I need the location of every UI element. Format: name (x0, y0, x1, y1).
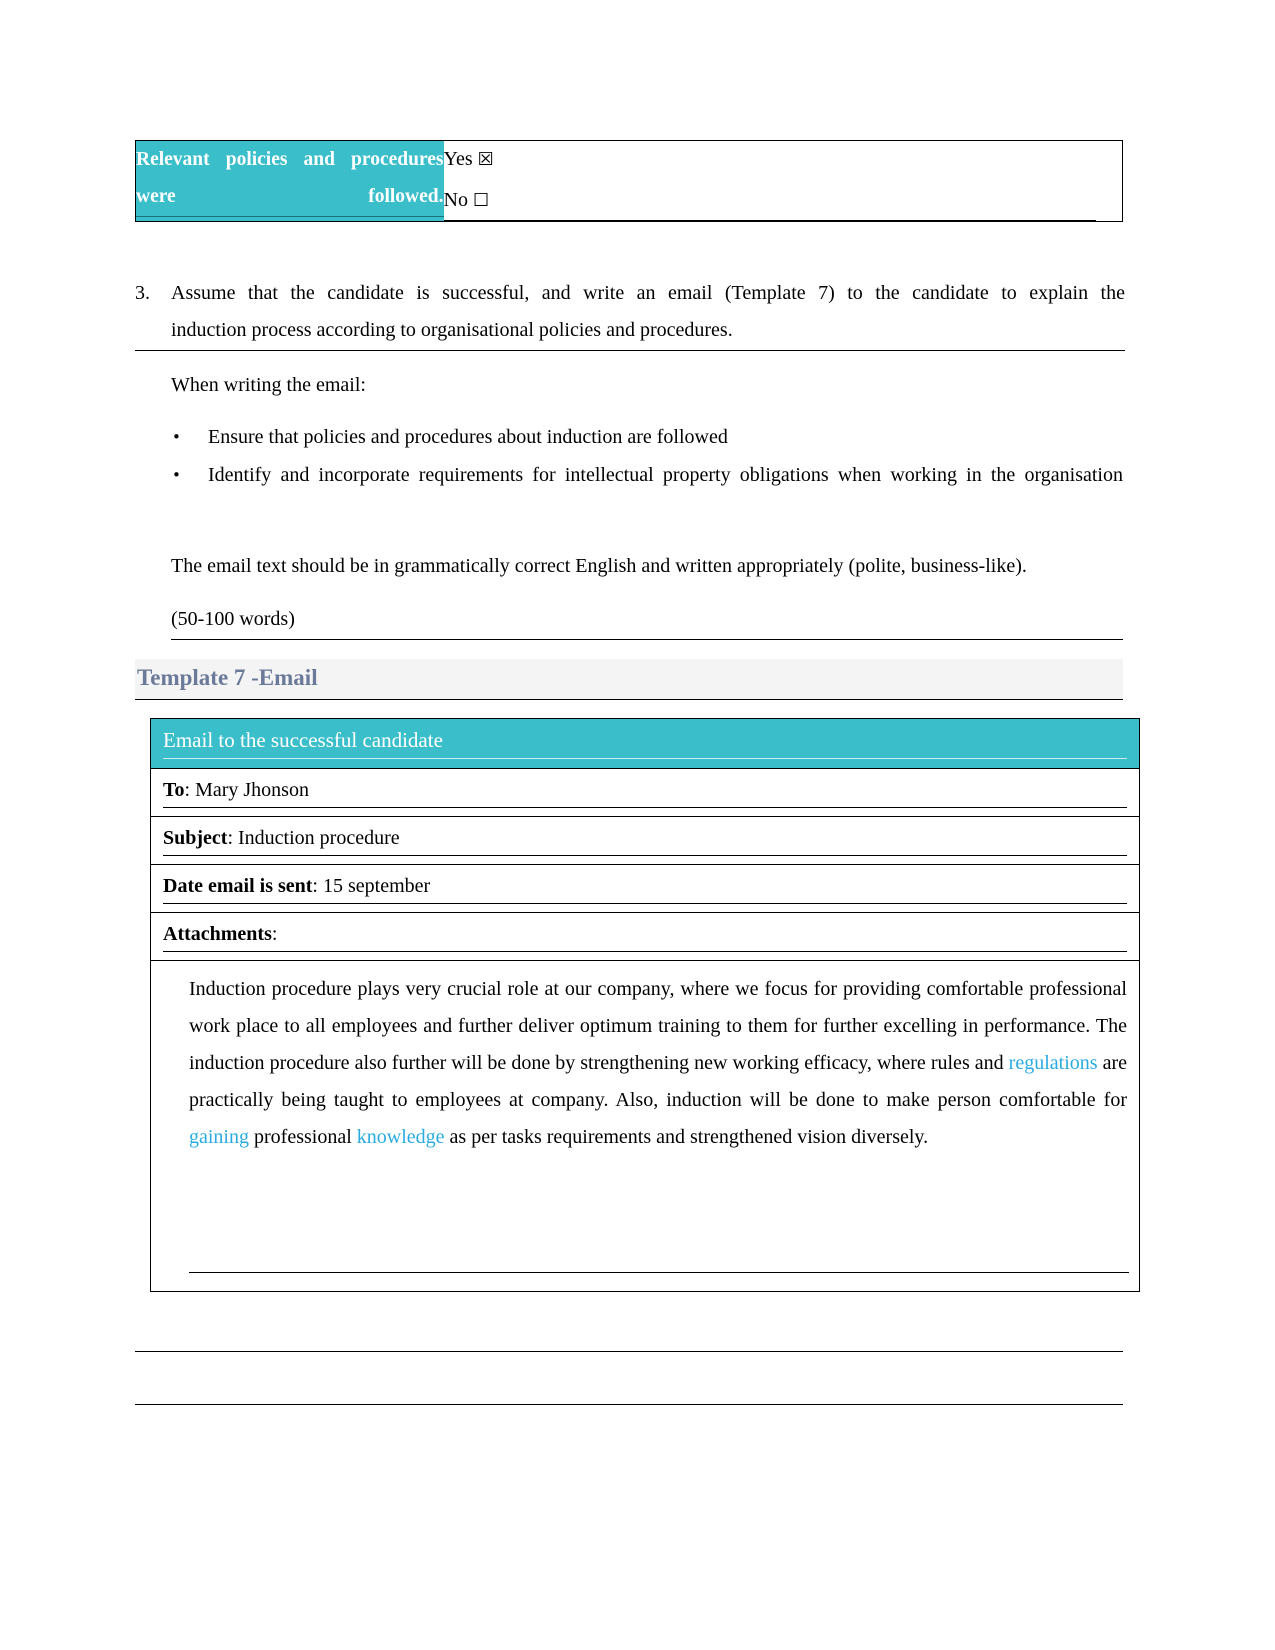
email-body-text: Induction procedure plays very crucial r… (189, 971, 1127, 1156)
checkbox-checked-icon[interactable]: ☒ (478, 149, 494, 170)
email-field-attachments-label: Attachments (163, 923, 272, 945)
bullet-icon: • (172, 466, 181, 484)
checkbox-option-yes[interactable]: Yes ☒ (444, 141, 1123, 180)
email-body-highlight: knowledge (356, 1126, 445, 1148)
email-body-segment: professional (249, 1126, 357, 1148)
checklist-options-cell: Yes ☒ No ☐ (443, 141, 1123, 222)
question-number: 3. (135, 282, 150, 304)
email-body-underline (189, 1272, 1129, 1273)
email-field-attachments-separator: : (271, 923, 278, 945)
bullet-text: Identify and incorporate requirements fo… (208, 464, 1123, 486)
template-heading-title: Template 7 -Email (137, 665, 318, 690)
email-field-to[interactable]: To: Mary Jhonson (151, 769, 1139, 817)
instructions-bullet-list: • Ensure that policies and procedures ab… (168, 419, 1123, 495)
instructions-closing: The email text should be in grammaticall… (171, 555, 1027, 577)
email-template-table: Email to the successful candidate To: Ma… (150, 718, 1140, 1292)
question-line-1: Assume that the candidate is successful,… (171, 282, 1125, 304)
question-text: Assume that the candidate is successful,… (135, 275, 1125, 351)
document-page: Relevant policies and procedures were fo… (0, 0, 1275, 1650)
instructions-intro: When writing the email: (171, 374, 366, 396)
email-body-highlight: regulations (1008, 1052, 1098, 1074)
email-table-header-label: Email to the successful candidate (163, 725, 1127, 759)
email-field-date-inner: Date email is sent: 15 september (163, 871, 1127, 904)
checklist-label: Relevant policies and procedures were fo… (136, 141, 444, 217)
email-field-subject-inner: Subject: Induction procedure (163, 823, 1127, 856)
list-item: • Identify and incorporate requirements … (168, 457, 1123, 494)
checkbox-yes-label: Yes (443, 148, 473, 170)
email-field-date-separator: : (312, 875, 323, 897)
email-table-header: Email to the successful candidate (151, 719, 1139, 769)
email-body-cell[interactable]: Induction procedure plays very crucial r… (151, 961, 1139, 1291)
email-field-to-label: To (163, 779, 185, 801)
email-field-date[interactable]: Date email is sent: 15 september (151, 865, 1139, 913)
checkbox-unchecked-icon[interactable]: ☐ (473, 190, 489, 211)
bullet-text: Ensure that policies and procedures abou… (208, 426, 728, 448)
email-field-to-separator: : (184, 779, 196, 801)
bullet-icon: • (172, 428, 181, 446)
word-count-note: (50-100 words) (171, 601, 1123, 640)
footer-rule-bottom (135, 1404, 1123, 1405)
email-field-subject-label: Subject (163, 827, 228, 849)
email-body-highlight: gaining (189, 1126, 249, 1148)
email-field-subject-value[interactable]: Induction procedure (238, 827, 400, 849)
email-field-subject-separator: : (227, 827, 239, 849)
question-block: 3. Assume that the candidate is successf… (135, 275, 1125, 351)
email-field-attachments[interactable]: Attachments: (151, 913, 1139, 961)
question-line-2: induction process according to organisat… (135, 312, 1125, 351)
email-body-segment: as per tasks requirements and strengthen… (444, 1126, 929, 1148)
email-field-date-label: Date email is sent (163, 875, 313, 897)
list-item: • Ensure that policies and procedures ab… (168, 419, 1123, 456)
table-row: Relevant policies and procedures were fo… (135, 140, 1123, 222)
email-body-segment: Induction procedure plays very crucial r… (189, 978, 1127, 1074)
email-field-to-value[interactable]: Mary Jhonson (195, 779, 309, 801)
email-field-to-inner: To: Mary Jhonson (163, 775, 1127, 808)
email-field-subject[interactable]: Subject: Induction procedure (151, 817, 1139, 865)
template-heading-band: Template 7 -Email (135, 659, 1123, 700)
footer-rule-top (135, 1351, 1123, 1352)
checklist-label-cell: Relevant policies and procedures were fo… (135, 140, 444, 222)
email-field-attachments-inner: Attachments: (163, 919, 1127, 952)
email-field-date-value[interactable]: 15 september (323, 875, 430, 897)
checkbox-option-no[interactable]: No ☐ (443, 182, 1096, 221)
checkbox-no-label: No (443, 189, 468, 211)
policies-checklist-table: Relevant policies and procedures were fo… (135, 140, 1123, 222)
